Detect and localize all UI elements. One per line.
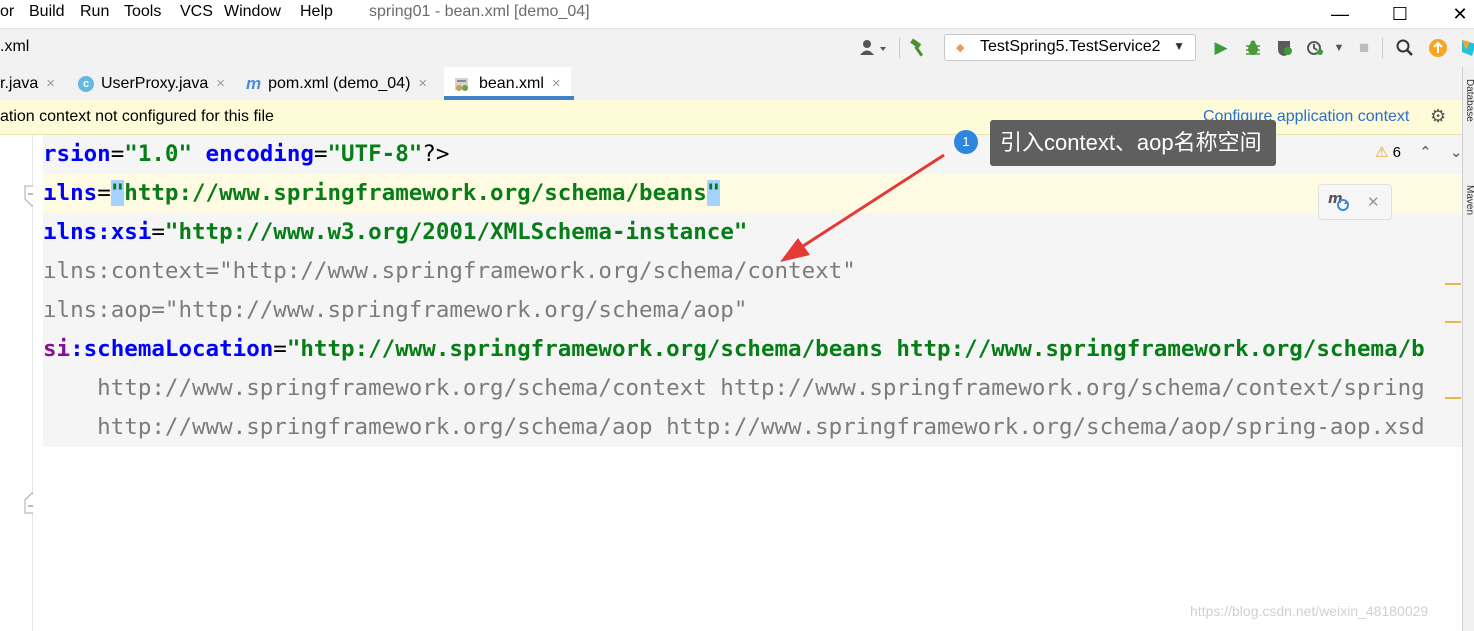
editor-tab-bar: r.java × c UserProxy.java × m pom.xml (d… xyxy=(0,67,1462,101)
previous-highlight-icon[interactable]: ⌃ xyxy=(1419,144,1432,161)
code-line-2: ılns="http://www.springframework.org/sch… xyxy=(43,174,1462,213)
tab-label: UserProxy.java xyxy=(101,74,209,92)
window-title: spring01 - bean.xml [demo_04] xyxy=(369,3,590,20)
menu-build[interactable]: Build xyxy=(29,3,65,21)
warning-count: 6 xyxy=(1392,144,1401,161)
build-hammer-icon[interactable] xyxy=(906,35,932,61)
menu-bar: or Build Run Tools VCS Window Help sprin… xyxy=(0,0,1474,28)
code-line-6: si:schemaLocation="http://www.springfram… xyxy=(43,330,1462,369)
class-icon: c xyxy=(78,75,94,92)
warning-marker[interactable] xyxy=(1445,397,1461,399)
code-line-7: http://www.springframework.org/schema/co… xyxy=(43,369,1462,408)
tab-userproxy-java[interactable]: c UserProxy.java × xyxy=(78,67,225,100)
user-icon[interactable] xyxy=(858,35,892,61)
code-line-3: ılns:xsi="http://www.w3.org/2001/XMLSche… xyxy=(43,213,1462,252)
close-icon[interactable]: ✕ xyxy=(1367,193,1380,211)
tab-label: r.java xyxy=(0,74,39,92)
profiler-dropdown-icon[interactable]: ▼ xyxy=(1326,35,1352,61)
maven-reload-popup: m ✕ xyxy=(1318,184,1392,220)
close-icon[interactable]: × xyxy=(46,75,55,92)
debug-icon[interactable] xyxy=(1240,35,1266,61)
banner-message: ation context not configured for this fi… xyxy=(0,108,274,125)
warning-marker[interactable] xyxy=(1445,321,1461,323)
run-icon[interactable]: ▶ xyxy=(1208,35,1234,61)
svg-text:m: m xyxy=(1328,191,1343,207)
xml-icon xyxy=(454,75,472,93)
code-editor[interactable]: rsion="1.0" encoding="UTF-8"?> ılns="htt… xyxy=(33,135,1462,631)
minimize-button[interactable]: — xyxy=(1320,0,1360,28)
gear-icon[interactable]: ⚙ xyxy=(1430,106,1446,127)
watermark: https://blog.csdn.net/weixin_48180029 xyxy=(1190,603,1429,619)
breadcrumb[interactable]: .xml xyxy=(0,38,29,56)
menu-vcs[interactable]: VCS xyxy=(180,3,213,21)
search-icon[interactable] xyxy=(1392,35,1418,61)
code-line-4: ılns:context="http://www.springframework… xyxy=(43,252,1462,291)
toolbar-separator xyxy=(899,38,900,58)
menu-tools[interactable]: Tools xyxy=(124,3,161,21)
annotation-callout: 引入context、aop名称空间 xyxy=(990,120,1276,166)
menu-editor[interactable]: or xyxy=(0,3,14,21)
warning-marker[interactable] xyxy=(1445,283,1461,285)
close-icon[interactable]: × xyxy=(216,75,225,92)
close-window-button[interactable]: ✕ xyxy=(1440,0,1474,28)
tab-pom-xml[interactable]: m pom.xml (demo_04) × xyxy=(246,67,427,100)
close-icon[interactable]: × xyxy=(552,75,561,92)
toolbar-separator xyxy=(1382,38,1383,58)
inspection-widget[interactable]: ⚠ 6 ⌃ ⌄ xyxy=(1375,143,1462,161)
tab-label: pom.xml (demo_04) xyxy=(268,74,411,92)
database-tool-tab[interactable]: Database xyxy=(1464,79,1474,159)
annotation-badge: 1 xyxy=(954,130,978,154)
update-icon[interactable] xyxy=(1425,35,1451,61)
run-config-icon: ◆ xyxy=(956,42,965,54)
tab-r-java[interactable]: r.java × xyxy=(0,67,55,100)
menu-window[interactable]: Window xyxy=(224,3,281,21)
warning-icon: ⚠ xyxy=(1375,144,1389,161)
chevron-down-icon: ▼ xyxy=(1173,39,1185,53)
maven-tool-tab[interactable]: Maven xyxy=(1464,185,1474,245)
menu-run[interactable]: Run xyxy=(80,3,109,21)
maven-icon: m xyxy=(246,73,262,93)
ide-logo-icon xyxy=(1456,35,1474,61)
profiler-icon[interactable] xyxy=(1302,35,1328,61)
run-configuration-select[interactable]: ◆ TestSpring5.TestService2 ▼ xyxy=(944,34,1196,61)
coverage-icon[interactable] xyxy=(1272,35,1298,61)
right-tool-strip: Database Maven xyxy=(1462,67,1474,631)
maximize-button[interactable]: ☐ xyxy=(1380,0,1420,28)
main-toolbar: .xml ◆ TestSpring5.TestService2 ▼ ▶ ▼ ■ xyxy=(0,28,1474,68)
run-config-label: TestSpring5.TestService2 xyxy=(980,38,1161,55)
maven-reload-icon[interactable]: m xyxy=(1327,189,1351,218)
code-line-8: http://www.springframework.org/schema/ao… xyxy=(43,408,1462,447)
next-highlight-icon[interactable]: ⌄ xyxy=(1450,144,1463,161)
tab-label: bean.xml xyxy=(479,74,544,92)
close-icon[interactable]: × xyxy=(418,75,427,92)
code-line-5: ılns:aop="http://www.springframework.org… xyxy=(43,291,1462,330)
editor-gutter xyxy=(0,135,40,631)
menu-help[interactable]: Help xyxy=(300,3,333,21)
stop-icon[interactable]: ■ xyxy=(1351,35,1377,61)
